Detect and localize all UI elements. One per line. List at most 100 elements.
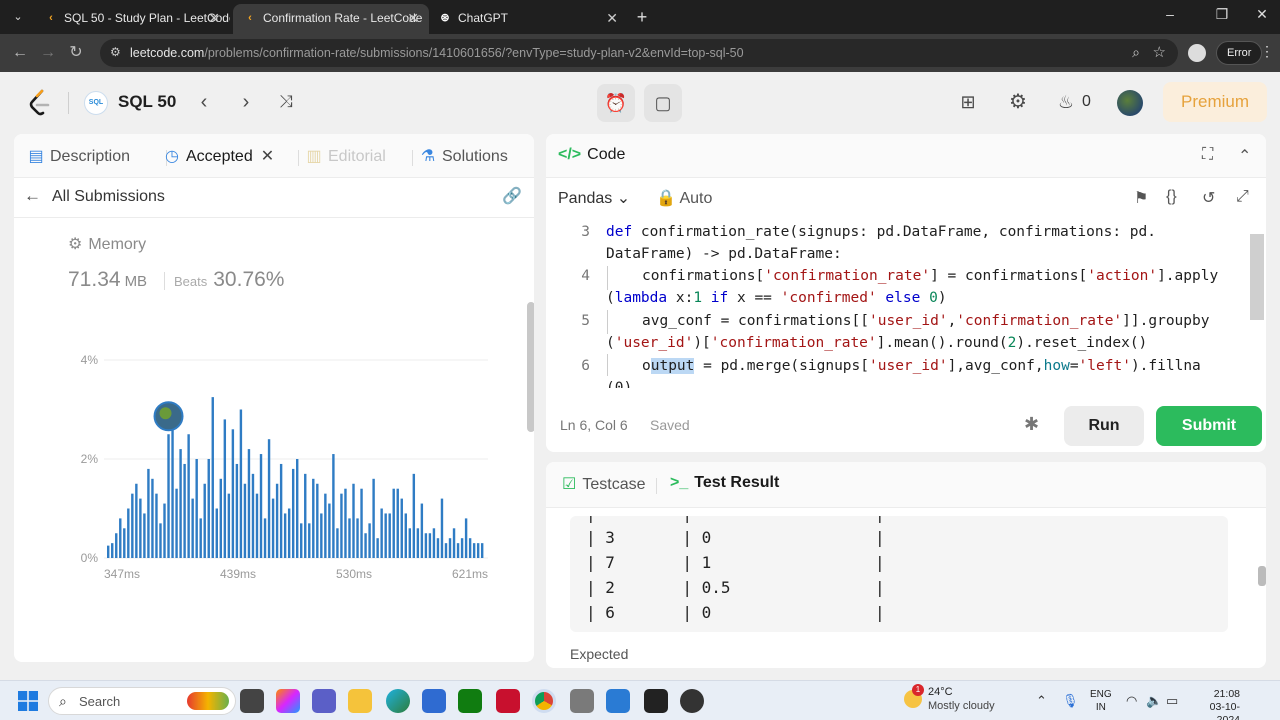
fullscreen-icon[interactable]: ⛶: [1202, 146, 1213, 164]
chart-bar[interactable]: [460, 538, 464, 558]
chart-bar[interactable]: [328, 503, 331, 558]
chart-bar[interactable]: [279, 463, 283, 558]
prev-problem-chevron-icon[interactable]: ‹: [192, 90, 216, 114]
next-problem-chevron-icon[interactable]: ›: [234, 90, 258, 114]
chart-bar[interactable]: [344, 488, 347, 558]
taskbar-search-input[interactable]: ⌕ Search: [48, 687, 236, 715]
scrollbar-thumb[interactable]: [527, 302, 534, 432]
chart-bar[interactable]: [195, 459, 198, 558]
result-scrollbar[interactable]: [1258, 516, 1266, 632]
chart-bar[interactable]: [175, 488, 178, 558]
forward-arrow-icon[interactable]: →: [38, 43, 58, 63]
chart-bar[interactable]: [283, 513, 287, 558]
task-view-icon[interactable]: [240, 689, 264, 713]
chart-bar[interactable]: [396, 488, 399, 558]
format-braces-icon[interactable]: {}: [1166, 188, 1177, 206]
shuffle-icon[interactable]: ⤨: [274, 90, 298, 114]
language-select[interactable]: Pandas ⌄: [558, 188, 630, 208]
chart-bar[interactable]: [404, 513, 407, 558]
browser-tab-confirmation-rate[interactable]: ‹ Confirmation Rate - LeetCode ✕: [233, 4, 429, 34]
tray-overflow-chevron-icon[interactable]: ⌃: [1036, 693, 1047, 709]
chart-bar[interactable]: [380, 508, 383, 559]
leetcode-logo-icon[interactable]: [28, 89, 52, 117]
chart-bar[interactable]: [255, 493, 259, 558]
system-clock[interactable]: 21:08 03-10-2024: [1192, 688, 1240, 720]
collapse-chevron-icon[interactable]: ⌃: [1238, 146, 1251, 166]
chart-bar[interactable]: [223, 419, 227, 558]
submit-button[interactable]: Submit: [1156, 406, 1262, 446]
chart-bar[interactable]: [416, 528, 420, 558]
browser-tab-sql50[interactable]: ‹ SQL 50 - Study Plan - LeetCode ✕: [34, 4, 230, 34]
chart-bar[interactable]: [291, 468, 295, 558]
chart-bar[interactable]: [464, 518, 468, 558]
expand-editor-icon[interactable]: ⤢: [1236, 188, 1249, 206]
close-tab-icon[interactable]: ✕: [407, 4, 419, 32]
chart-bar[interactable]: [468, 538, 472, 558]
tab-solutions[interactable]: ⚗ Solutions: [420, 146, 508, 166]
close-tab-icon[interactable]: ✕: [208, 4, 220, 32]
chart-bar[interactable]: [191, 498, 194, 558]
microphone-icon[interactable]: 🎙: [1062, 693, 1079, 709]
premium-button[interactable]: Premium: [1163, 82, 1267, 122]
back-arrow-icon[interactable]: ←: [10, 43, 30, 63]
chart-bar[interactable]: [227, 493, 231, 558]
maximize-window-icon[interactable]: ❐: [1212, 6, 1232, 23]
chart-bar[interactable]: [231, 429, 235, 558]
chart-bar[interactable]: [263, 518, 267, 558]
auto-mode[interactable]: 🔒 Auto: [656, 188, 712, 208]
tab-test-result[interactable]: >_ Test Result: [670, 474, 779, 492]
chart-bar[interactable]: [436, 538, 440, 558]
chart-bar[interactable]: [139, 498, 142, 558]
new-tab-icon[interactable]: +: [632, 4, 652, 30]
chart-bar[interactable]: [432, 528, 436, 558]
language-indicator[interactable]: ENG IN: [1090, 688, 1112, 714]
study-plan-title[interactable]: SQL 50: [118, 92, 176, 112]
volume-icon[interactable]: 🔈: [1146, 693, 1162, 709]
windows-start-icon[interactable]: [18, 691, 38, 711]
chart-bar[interactable]: [320, 513, 323, 558]
user-avatar[interactable]: [1117, 90, 1143, 116]
chart-bar[interactable]: [300, 523, 303, 558]
share-link-icon[interactable]: 🔗: [502, 186, 522, 206]
timer-button[interactable]: ⏰: [597, 84, 635, 122]
run-button[interactable]: Run: [1064, 406, 1144, 446]
close-window-icon[interactable]: ✕: [1252, 6, 1272, 23]
chart-bar[interactable]: [384, 513, 387, 558]
tab-testcase[interactable]: ☑ Testcase: [562, 474, 645, 494]
chart-bar[interactable]: [239, 409, 243, 559]
chrome-icon[interactable]: [532, 689, 556, 713]
chart-bar[interactable]: [275, 483, 279, 558]
editor-scrollbar-thumb[interactable]: [1250, 234, 1264, 320]
chart-bar[interactable]: [312, 478, 315, 558]
chart-bar[interactable]: [287, 508, 291, 559]
chart-bar[interactable]: [424, 533, 428, 558]
chart-bar[interactable]: [400, 498, 403, 558]
chart-bar[interactable]: [119, 518, 122, 558]
reset-code-icon[interactable]: ↺: [1202, 188, 1215, 208]
chart-bar[interactable]: [388, 513, 391, 558]
tab-description[interactable]: ▤ Description: [28, 146, 130, 166]
chart-bar[interactable]: [296, 459, 299, 558]
chart-bar[interactable]: [115, 533, 118, 558]
chart-bar[interactable]: [440, 498, 444, 558]
chart-bar[interactable]: [352, 483, 355, 558]
chart-bar[interactable]: [476, 543, 480, 558]
reload-icon[interactable]: ↻: [66, 43, 86, 63]
profile-icon[interactable]: [1188, 44, 1206, 62]
close-tab-x-icon[interactable]: ✕: [261, 148, 274, 165]
bookmark-star-icon[interactable]: ☆: [1153, 43, 1166, 61]
chart-bar[interactable]: [376, 538, 379, 558]
chart-bar[interactable]: [243, 483, 247, 558]
chart-bar[interactable]: [267, 439, 271, 558]
chart-bar[interactable]: [215, 508, 218, 559]
browser-menu-icon[interactable]: ⋮: [1260, 43, 1274, 60]
chart-bar[interactable]: [183, 463, 186, 558]
chart-bar[interactable]: [364, 533, 367, 558]
file-explorer-icon[interactable]: [348, 689, 372, 713]
chart-bar[interactable]: [448, 538, 452, 558]
debugger-bug-icon[interactable]: ✱: [1024, 414, 1039, 435]
chart-bar[interactable]: [348, 518, 351, 558]
battery-icon[interactable]: ▭: [1166, 693, 1178, 709]
chart-bar[interactable]: [123, 528, 126, 558]
streak-flame-icon[interactable]: ♨: [1054, 90, 1078, 114]
